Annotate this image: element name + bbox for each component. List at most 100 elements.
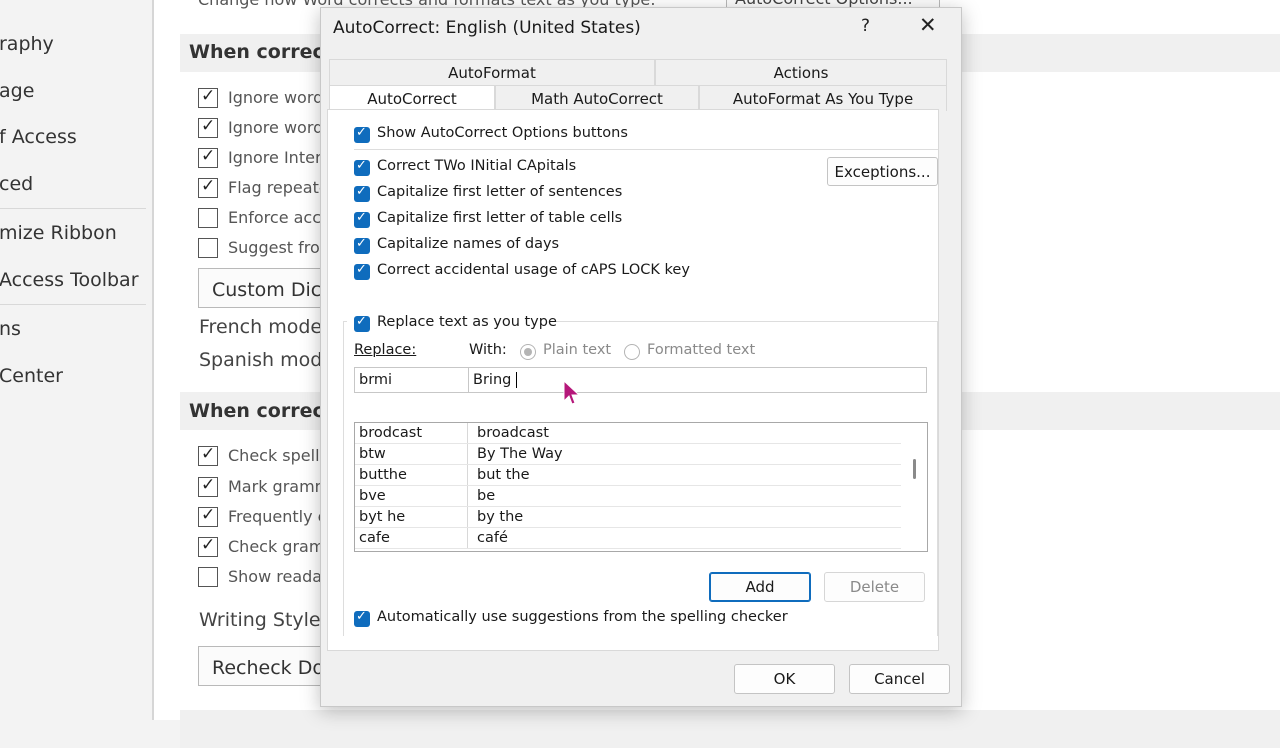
help-icon[interactable]: ? bbox=[861, 16, 870, 36]
writing-style-label: Writing Style: bbox=[199, 609, 328, 631]
option-label: Frequently c bbox=[228, 507, 327, 526]
formatted-text-radio[interactable] bbox=[624, 344, 640, 360]
list-row[interactable]: btw By The Way bbox=[355, 444, 901, 465]
nav-item-trust-center[interactable]: Center bbox=[0, 365, 63, 387]
option-label: Check gramr bbox=[228, 537, 332, 556]
entry-replace: brodcast bbox=[359, 425, 423, 441]
list-row[interactable]: brodcast broadcast bbox=[355, 423, 901, 444]
nav-item-language[interactable]: age bbox=[0, 80, 34, 102]
option-label: Capitalize first letter of table cells bbox=[377, 210, 623, 226]
list-row[interactable]: byt he by the bbox=[355, 507, 901, 528]
nav-item-advanced[interactable]: ced bbox=[0, 173, 33, 195]
checkbox[interactable] bbox=[198, 444, 218, 466]
option-label: Correct TWo INitial CApitals bbox=[377, 158, 577, 174]
entry-with: broadcast bbox=[477, 425, 549, 441]
group-border bbox=[937, 321, 938, 636]
with-input-value: Bring bbox=[473, 372, 516, 388]
caps-lock-checkbox[interactable] bbox=[354, 262, 370, 280]
mouse-cursor-icon bbox=[563, 380, 581, 405]
checkbox[interactable] bbox=[198, 535, 218, 557]
tab-autocorrect[interactable]: AutoCorrect bbox=[329, 85, 495, 110]
nav-divider bbox=[0, 304, 146, 305]
nav-item-add-ins[interactable]: ns bbox=[0, 318, 21, 340]
nav-divider bbox=[0, 208, 146, 209]
with-input[interactable]: Bring bbox=[468, 367, 927, 393]
list-row[interactable]: cafe café bbox=[355, 528, 901, 549]
entry-replace: byt he bbox=[359, 509, 406, 525]
checkbox[interactable] bbox=[198, 505, 218, 527]
close-icon[interactable]: ✕ bbox=[919, 13, 937, 37]
checkbox[interactable] bbox=[198, 475, 218, 497]
checkbox[interactable] bbox=[198, 567, 218, 587]
checkbox[interactable] bbox=[198, 176, 218, 198]
column-divider bbox=[467, 444, 468, 464]
correct-two-initials-checkbox[interactable] bbox=[354, 158, 370, 176]
option-label: Ignore Intern bbox=[228, 148, 332, 167]
divider bbox=[354, 149, 938, 150]
option-label: Enforce acce bbox=[228, 208, 331, 227]
entry-with: By The Way bbox=[477, 446, 563, 462]
show-options-label: Show AutoCorrect Options buttons bbox=[377, 125, 628, 141]
nav-item-ease-of-access[interactable]: f Access bbox=[0, 126, 77, 148]
option-label: Mark gramm bbox=[228, 477, 331, 496]
option-label: Ignore words bbox=[228, 118, 332, 137]
entry-replace: bve bbox=[359, 488, 386, 504]
checkbox[interactable] bbox=[198, 208, 218, 228]
cancel-button[interactable]: Cancel bbox=[849, 664, 950, 694]
tab-autoformat-as-you-type[interactable]: AutoFormat As You Type bbox=[699, 85, 947, 111]
nav-item-customize-ribbon[interactable]: mize Ribbon bbox=[0, 222, 117, 244]
nav-item-typography[interactable]: raphy bbox=[0, 33, 54, 55]
entry-replace: btw bbox=[359, 446, 386, 462]
column-divider bbox=[467, 423, 468, 443]
entry-replace: butthe bbox=[359, 467, 407, 483]
replace-label: Replace: bbox=[354, 342, 417, 358]
section-header-bar bbox=[180, 710, 1280, 748]
show-options-checkbox[interactable] bbox=[354, 125, 370, 143]
text-caret bbox=[515, 372, 517, 388]
option-label: Check spellin bbox=[228, 446, 335, 465]
formatted-text-label: Formatted text bbox=[647, 342, 756, 358]
option-label: Correct accidental usage of cAPS LOCK ke… bbox=[377, 262, 690, 278]
replace-input[interactable]: brmi bbox=[354, 367, 469, 393]
auto-suggestions-label: Automatically use suggestions from the s… bbox=[377, 609, 788, 625]
checkbox[interactable] bbox=[198, 116, 218, 138]
list-row[interactable]: bve be bbox=[355, 486, 901, 507]
entry-with: but the bbox=[477, 467, 530, 483]
entry-with: be bbox=[477, 488, 496, 504]
checkbox[interactable] bbox=[198, 146, 218, 168]
dialog-title: AutoCorrect: English (United States) bbox=[333, 18, 641, 38]
column-divider bbox=[467, 465, 468, 485]
plain-text-radio[interactable] bbox=[520, 344, 536, 360]
exceptions-button[interactable]: Exceptions... bbox=[827, 157, 938, 186]
french-modes-label: French modes bbox=[199, 316, 332, 338]
entry-replace: cafe bbox=[359, 530, 390, 546]
entry-with: café bbox=[477, 530, 508, 546]
list-scrollbar[interactable] bbox=[913, 459, 916, 479]
checkbox[interactable] bbox=[198, 86, 218, 108]
capitalize-table-cells-checkbox[interactable] bbox=[354, 210, 370, 228]
capitalize-days-checkbox[interactable] bbox=[354, 236, 370, 254]
replace-text-checkbox[interactable] bbox=[354, 314, 370, 332]
column-divider bbox=[467, 486, 468, 506]
section-title-spelling: When correcti bbox=[189, 41, 340, 63]
add-button[interactable]: Add bbox=[709, 572, 811, 602]
section-title-grammar: When correcti bbox=[189, 400, 340, 422]
auto-suggestions-checkbox[interactable] bbox=[354, 609, 370, 627]
ok-button[interactable]: OK bbox=[734, 664, 835, 694]
tab-actions[interactable]: Actions bbox=[655, 59, 947, 85]
options-nav-pane: raphy age f Access ced mize Ribbon Acces… bbox=[0, 0, 152, 720]
option-label: Capitalize first letter of sentences bbox=[377, 184, 623, 200]
list-row[interactable]: butthe but the bbox=[355, 465, 901, 486]
column-divider bbox=[467, 507, 468, 527]
tab-math-autocorrect[interactable]: Math AutoCorrect bbox=[495, 85, 699, 111]
option-label: Ignore words bbox=[228, 88, 332, 107]
capitalize-sentences-checkbox[interactable] bbox=[354, 184, 370, 202]
autocorrect-entries-list[interactable]: brodcast broadcast btw By The Way butthe bu… bbox=[354, 422, 928, 552]
delete-button[interactable]: Delete bbox=[824, 572, 925, 602]
checkbox[interactable] bbox=[198, 238, 218, 258]
plain-text-label: Plain text bbox=[543, 342, 612, 358]
tab-autoformat[interactable]: AutoFormat bbox=[329, 59, 655, 85]
group-border bbox=[343, 321, 344, 636]
nav-item-quick-access-toolbar[interactable]: Access Toolbar bbox=[0, 269, 139, 291]
option-label: Show readab bbox=[228, 567, 333, 586]
